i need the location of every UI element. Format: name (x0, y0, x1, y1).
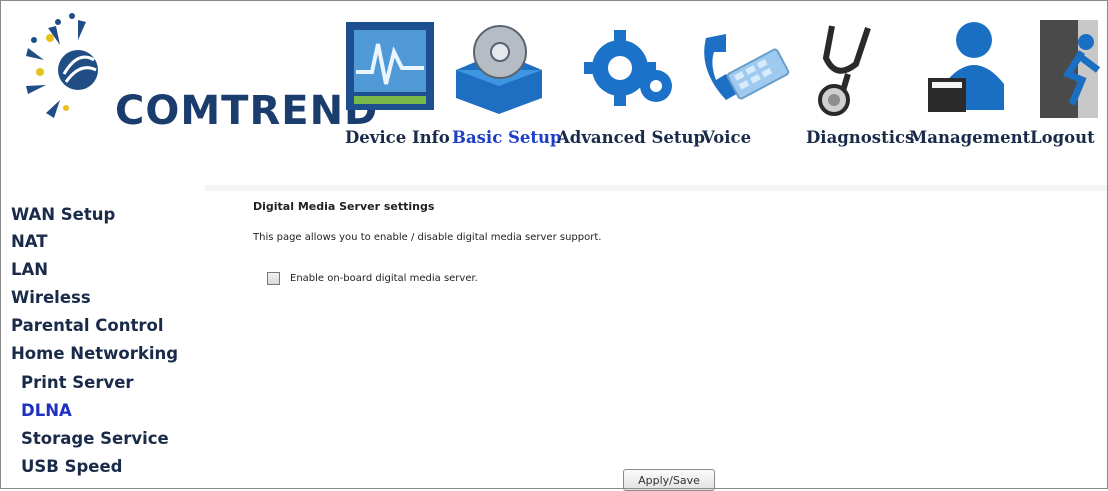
sidebar: WAN Setup NAT LAN Wireless Parental Cont… (0, 185, 205, 489)
sidebar-item-wireless[interactable]: Wireless (11, 288, 91, 307)
enable-dms-row: Enable on-board digital media server. (267, 270, 478, 286)
chart-monitor-icon[interactable] (342, 18, 438, 118)
brand-name: COMTREND (115, 88, 379, 134)
nav-voice[interactable]: Voice (702, 128, 751, 147)
apply-save-button[interactable]: Apply/Save (623, 469, 715, 491)
nav-management[interactable]: Management (909, 128, 1030, 147)
page-title: Digital Media Server settings (253, 200, 435, 213)
phone-handset-icon[interactable] (696, 30, 792, 114)
nav-diagnostics[interactable]: Diagnostics (806, 128, 914, 147)
nav-device-info[interactable]: Device Info (345, 128, 450, 147)
user-card-icon[interactable] (924, 18, 1016, 122)
sidebar-item-storage-service[interactable]: Storage Service (21, 429, 169, 448)
sidebar-item-lan[interactable]: LAN (11, 260, 48, 279)
sidebar-item-nat[interactable]: NAT (11, 232, 48, 251)
disc-box-icon[interactable] (450, 24, 548, 120)
sidebar-item-print-server[interactable]: Print Server (21, 373, 134, 392)
nav-basic-setup[interactable]: Basic Setup (452, 128, 562, 147)
sidebar-item-wan-setup[interactable]: WAN Setup (11, 205, 115, 224)
main-content: Digital Media Server settings This page … (205, 185, 1108, 491)
page-description: This page allows you to enable / disable… (253, 232, 602, 243)
comtrend-logo: COMTREND (20, 10, 377, 134)
enable-dms-checkbox[interactable] (267, 271, 280, 285)
enable-dms-label: Enable on-board digital media server. (290, 272, 478, 284)
content-top-strip (205, 185, 1108, 191)
sidebar-item-usb-speed[interactable]: USB Speed (21, 457, 123, 476)
exit-door-icon[interactable] (1038, 18, 1104, 126)
nav-advanced-setup[interactable]: Advanced Setup (557, 128, 705, 147)
sidebar-item-parental-control[interactable]: Parental Control (11, 316, 164, 335)
sidebar-item-home-networking[interactable]: Home Networking (11, 344, 178, 363)
header: COMTREND Device Info Basic Setup Advance… (0, 0, 1108, 185)
gears-icon[interactable] (578, 20, 674, 120)
nav-logout[interactable]: Logout (1030, 128, 1095, 147)
stethoscope-icon[interactable] (812, 18, 898, 122)
sidebar-item-dlna[interactable]: DLNA (21, 401, 72, 420)
